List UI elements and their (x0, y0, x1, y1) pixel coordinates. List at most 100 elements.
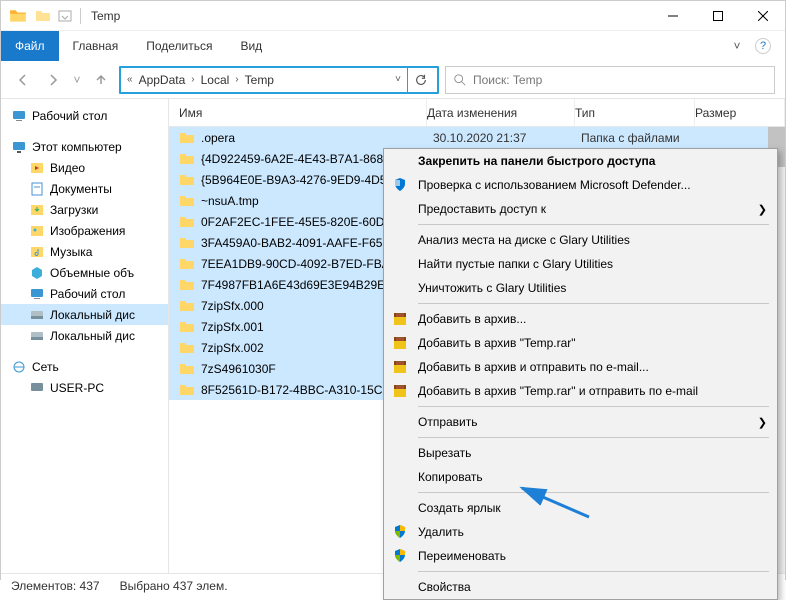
navbar: ˅ « AppData › Local › Temp ˅ Поиск: Temp (1, 61, 785, 99)
menu-item[interactable]: Свойства (384, 575, 777, 599)
col-type[interactable]: Тип (575, 99, 695, 126)
menu-separator (418, 492, 769, 493)
qat-folder-icon[interactable] (35, 8, 51, 24)
menu-item[interactable]: Закрепить на панели быстрого доступа (384, 149, 777, 173)
help-icon[interactable]: ? (755, 38, 771, 54)
tree-label: Этот компьютер (32, 140, 122, 154)
tree-label: Сеть (32, 360, 59, 374)
breadcrumb-seg[interactable]: AppData (135, 73, 190, 87)
forward-button[interactable] (41, 68, 65, 92)
tab-home[interactable]: Главная (59, 31, 133, 61)
tree-label: Видео (50, 161, 85, 175)
menu-label: Удалить (418, 525, 464, 539)
status-selected: Выбрано 437 элем. (120, 579, 228, 593)
menu-item[interactable]: Копировать (384, 465, 777, 489)
tree-item[interactable]: Объемные объ (1, 262, 168, 283)
menu-separator (418, 224, 769, 225)
tree-item[interactable]: Этот компьютер (1, 136, 168, 157)
tree-item[interactable]: Рабочий стол (1, 105, 168, 126)
file-date: 30.10.2020 21:37 (433, 131, 581, 145)
menu-item[interactable]: Добавить в архив "Temp.rar" и отправить … (384, 379, 777, 403)
breadcrumb-seg[interactable]: Temp (241, 73, 278, 87)
menu-item[interactable]: Добавить в архив "Temp.rar" (384, 331, 777, 355)
menu-label: Отправить (418, 415, 478, 429)
tree-item[interactable]: Загрузки (1, 199, 168, 220)
menu-item[interactable]: Уничтожить с Glary Utilities (384, 276, 777, 300)
menu-item[interactable]: Предоставить доступ к ❯ (384, 197, 777, 221)
minimize-button[interactable] (650, 1, 695, 31)
tree-label: Рабочий стол (32, 109, 107, 123)
back-button[interactable] (11, 68, 35, 92)
uac-icon (392, 548, 408, 564)
ribbon: Файл Главная Поделиться Вид ˅ ? (1, 31, 785, 61)
status-count: Элементов: 437 (11, 579, 100, 593)
separator (80, 8, 81, 24)
tree-label: Изображения (50, 224, 125, 238)
tree-item[interactable]: Музыка (1, 241, 168, 262)
menu-item[interactable]: Добавить в архив и отправить по e-mail..… (384, 355, 777, 379)
rar-icon (392, 383, 408, 399)
menu-label: Свойства (418, 580, 471, 594)
menu-label: Добавить в архив и отправить по e-mail..… (418, 360, 649, 374)
tree-item[interactable]: USER-PC (1, 377, 168, 398)
rar-icon (392, 335, 408, 351)
menu-separator (418, 571, 769, 572)
nav-tree[interactable]: Рабочий стол Этот компьютер Видео Документы… (1, 99, 169, 573)
breadcrumb-seg[interactable]: Local (197, 73, 234, 87)
tree-item[interactable]: Сеть (1, 356, 168, 377)
column-headers[interactable]: Имя Дата изменения Тип Размер (169, 99, 785, 127)
search-input[interactable]: Поиск: Temp (445, 66, 775, 94)
address-dropdown-icon[interactable]: ˅ (393, 74, 403, 85)
tree-label: Музыка (50, 245, 92, 259)
chevron-icon: › (233, 74, 240, 85)
menu-item[interactable]: Создать ярлык (384, 496, 777, 520)
maximize-button[interactable] (695, 1, 740, 31)
tab-view[interactable]: Вид (226, 31, 276, 61)
menu-label: Закрепить на панели быстрого доступа (418, 154, 655, 168)
menu-item[interactable]: Добавить в архив... (384, 307, 777, 331)
recent-dropdown[interactable]: ˅ (71, 68, 83, 92)
tree-item[interactable]: Локальный дис (1, 304, 168, 325)
menu-label: Создать ярлык (418, 501, 501, 515)
table-row[interactable]: .opera30.10.2020 21:37Папка с файлами (169, 127, 785, 148)
tree-item[interactable]: Изображения (1, 220, 168, 241)
menu-item[interactable]: Анализ места на диске с Glary Utilities (384, 228, 777, 252)
menu-item[interactable]: Проверка с использованием Microsoft Defe… (384, 173, 777, 197)
up-button[interactable] (89, 68, 113, 92)
col-size[interactable]: Размер (695, 99, 785, 126)
menu-label: Предоставить доступ к (418, 202, 546, 216)
menu-label: Переименовать (418, 549, 506, 563)
tree-item[interactable]: Рабочий стол (1, 283, 168, 304)
tree-label: Локальный дис (50, 308, 135, 322)
tree-item[interactable]: Видео (1, 157, 168, 178)
tree-label: Локальный дис (50, 329, 135, 343)
tree-label: Рабочий стол (50, 287, 125, 301)
col-date[interactable]: Дата изменения (427, 99, 575, 126)
col-name[interactable]: Имя (169, 99, 427, 126)
context-menu[interactable]: Закрепить на панели быстрого доступа Пров… (383, 148, 778, 600)
menu-item[interactable]: Удалить (384, 520, 777, 544)
search-icon (452, 73, 468, 87)
menu-item[interactable]: Найти пустые папки с Glary Utilities (384, 252, 777, 276)
menu-item[interactable]: Переименовать (384, 544, 777, 568)
refresh-button[interactable] (407, 67, 433, 93)
ribbon-expand-icon[interactable]: ˅ (727, 31, 747, 61)
tree-label: USER-PC (50, 381, 104, 395)
menu-separator (418, 437, 769, 438)
uac-icon (392, 524, 408, 540)
tree-item[interactable]: Документы (1, 178, 168, 199)
address-bar[interactable]: « AppData › Local › Temp ˅ (119, 66, 439, 94)
menu-item[interactable]: Вырезать (384, 441, 777, 465)
tab-share[interactable]: Поделиться (132, 31, 226, 61)
shield-blue-icon (392, 177, 408, 193)
tree-item[interactable]: Локальный дис (1, 325, 168, 346)
tab-file[interactable]: Файл (1, 31, 59, 61)
qat-dropdown-icon[interactable] (57, 8, 73, 24)
menu-item[interactable]: Отправить❯ (384, 410, 777, 434)
submenu-arrow-icon: ❯ (758, 203, 767, 216)
close-button[interactable] (740, 1, 785, 31)
rar-icon (392, 311, 408, 327)
menu-label: Копировать (418, 470, 483, 484)
menu-label: Добавить в архив... (418, 312, 526, 326)
tree-label: Документы (50, 182, 112, 196)
